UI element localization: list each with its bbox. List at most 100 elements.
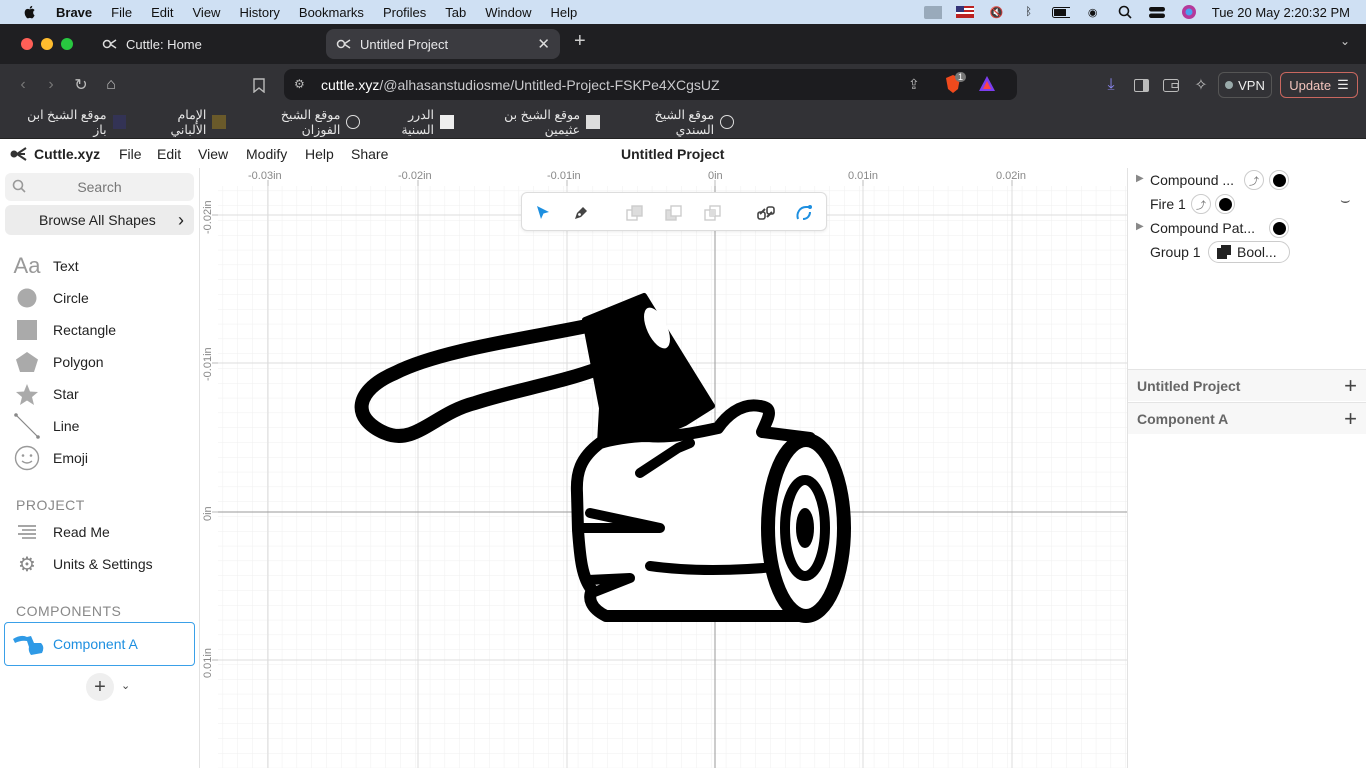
bluetooth-icon[interactable]: ᛒ [1020, 5, 1038, 19]
layer-row[interactable]: Fire 1 ⤴ ⌣ [1128, 192, 1366, 216]
app-menu-view[interactable]: View [198, 146, 228, 162]
menu-app-name[interactable]: Brave [56, 5, 92, 20]
project-title[interactable]: Untitled Project [621, 146, 724, 162]
fill-color-swatch[interactable] [1269, 218, 1289, 238]
shape-emoji[interactable]: Emoji [0, 443, 199, 473]
tab-list-chevron-icon[interactable]: ⌄ [1340, 34, 1350, 48]
project-read-me[interactable]: Read Me [0, 517, 199, 547]
menu-window[interactable]: Window [485, 5, 531, 20]
menu-file[interactable]: File [111, 5, 132, 20]
boolean-intersect-icon[interactable] [702, 202, 724, 224]
pen-tool-icon[interactable] [570, 202, 592, 224]
untitled-project-panel[interactable]: Untitled Project + [1128, 369, 1366, 401]
tab-cuttle-home[interactable]: Cuttle: Home [92, 29, 320, 59]
design-canvas[interactable]: -0.03in -0.02in -0.01in 0in 0.01in 0.02i… [200, 168, 1127, 768]
control-center-icon[interactable] [1148, 5, 1166, 19]
sidebar-toggle-icon[interactable] [1132, 76, 1150, 94]
shape-rectangle[interactable]: Rectangle [0, 315, 199, 345]
mute-icon[interactable]: 🔇 [988, 5, 1006, 19]
bookmark-item[interactable]: الدرر السنية [372, 108, 454, 137]
tab-close-icon[interactable]: ✕ [537, 35, 550, 53]
user-account-icon[interactable]: ◉ [1084, 5, 1102, 19]
fill-color-swatch[interactable] [1215, 194, 1235, 214]
shape-star[interactable]: Star [0, 379, 199, 409]
menu-edit[interactable]: Edit [151, 5, 173, 20]
bookmark-item[interactable]: موقع الشيخ السندي [614, 108, 734, 137]
component-a-item[interactable]: Component A [4, 622, 195, 666]
bookmark-item[interactable]: موقع الشيخ ابن باز [14, 108, 126, 137]
new-tab-icon[interactable]: + [574, 30, 586, 53]
brave-rewards-icon[interactable] [978, 75, 996, 96]
path-direction-icon[interactable]: ⤴ [1244, 170, 1264, 190]
search-input[interactable]: Search [5, 173, 194, 201]
add-component-button[interactable]: + [86, 673, 114, 701]
downloads-icon[interactable]: ⤓ [1102, 76, 1120, 94]
battery-icon[interactable] [1051, 5, 1070, 19]
window-zoom-button[interactable] [61, 38, 73, 50]
chevron-down-icon[interactable]: ⌄ [121, 679, 130, 692]
vpn-button[interactable]: VPN [1218, 72, 1272, 98]
bookmark-item[interactable]: موقع الشيخ بن عثيمين [466, 108, 600, 137]
rectangle-icon [14, 318, 40, 342]
apple-logo-icon[interactable] [22, 4, 38, 20]
address-bar[interactable]: ⚙ cuttle.xyz/@alhasanstudiosme/Untitled-… [284, 69, 1017, 100]
spotlight-search-icon[interactable] [1116, 5, 1134, 19]
shape-text[interactable]: Aa Text [0, 251, 199, 281]
path-direction-icon[interactable]: ⤴ [1191, 194, 1211, 214]
add-parameter-icon[interactable]: + [1344, 406, 1357, 432]
boolean-union-icon[interactable] [624, 202, 646, 224]
update-button[interactable]: Update ☰ [1280, 72, 1358, 98]
boolean-subtract-icon[interactable] [663, 202, 685, 224]
snapping-tool-icon[interactable] [793, 202, 815, 224]
cuttle-logo-icon[interactable] [8, 144, 28, 164]
link-tool-icon[interactable] [755, 202, 777, 224]
app-menu-edit[interactable]: Edit [157, 146, 181, 162]
tab-untitled-project[interactable]: Untitled Project ✕ [326, 29, 560, 59]
menu-bar-clock[interactable]: Tue 20 May 2:20:32 PM [1212, 5, 1350, 20]
browse-all-shapes-button[interactable]: Browse All Shapes › [5, 205, 194, 235]
add-parameter-icon[interactable]: + [1344, 373, 1357, 399]
app-menu-file[interactable]: File [119, 146, 142, 162]
wd-drive-icon[interactable] [923, 5, 942, 19]
home-icon[interactable]: ⌂ [102, 76, 120, 94]
shape-circle[interactable]: Circle [0, 283, 199, 313]
site-settings-icon[interactable]: ⚙ [294, 77, 305, 91]
leo-ai-icon[interactable]: ✧ [1192, 76, 1210, 94]
share-icon[interactable]: ⇪ [908, 76, 920, 93]
shape-polygon[interactable]: Polygon [0, 347, 199, 377]
expand-triangle-icon[interactable]: ▶ [1136, 221, 1144, 232]
brave-shields-icon[interactable]: 1 [944, 72, 967, 94]
select-tool-icon[interactable] [532, 202, 554, 224]
expand-triangle-icon[interactable]: ▶ [1136, 173, 1144, 184]
collapse-arrow-icon[interactable]: ⌣ [1340, 192, 1351, 210]
bookmark-icon[interactable] [250, 76, 268, 94]
app-menu-share[interactable]: Share [351, 146, 388, 162]
bookmark-item[interactable]: الإمام الألباني [140, 108, 226, 137]
shape-line[interactable]: Line [0, 411, 199, 441]
layer-row[interactable]: ▶ Compound Pat... [1128, 216, 1366, 240]
reload-icon[interactable]: ↻ [72, 76, 90, 94]
project-units-settings[interactable]: ⚙ Units & Settings [0, 549, 199, 579]
menu-bookmarks[interactable]: Bookmarks [299, 5, 364, 20]
flag-us-icon[interactable] [955, 5, 974, 19]
app-menu-help[interactable]: Help [305, 146, 334, 162]
ruler-top-label: -0.03in [248, 170, 282, 182]
wallet-icon[interactable] [1162, 76, 1180, 94]
fill-color-swatch[interactable] [1269, 170, 1289, 190]
boolean-operation-pill[interactable]: Bool... [1208, 241, 1290, 263]
menu-profiles[interactable]: Profiles [383, 5, 426, 20]
window-minimize-button[interactable] [41, 38, 53, 50]
menu-tab[interactable]: Tab [445, 5, 466, 20]
forward-icon[interactable]: › [42, 76, 60, 94]
window-close-button[interactable] [21, 38, 33, 50]
component-a-panel[interactable]: Component A + [1128, 402, 1366, 434]
menu-view[interactable]: View [193, 5, 221, 20]
brand-name[interactable]: Cuttle.xyz [34, 146, 100, 162]
menu-help[interactable]: Help [551, 5, 578, 20]
siri-icon[interactable] [1180, 5, 1198, 19]
app-menu-modify[interactable]: Modify [246, 146, 287, 162]
bookmark-item[interactable]: موقع الشيخ الفوزان [242, 108, 360, 137]
back-icon[interactable]: ‹ [14, 76, 32, 94]
layer-row[interactable]: ▶ Compound ... ⤴ [1128, 168, 1366, 192]
menu-history[interactable]: History [239, 5, 279, 20]
